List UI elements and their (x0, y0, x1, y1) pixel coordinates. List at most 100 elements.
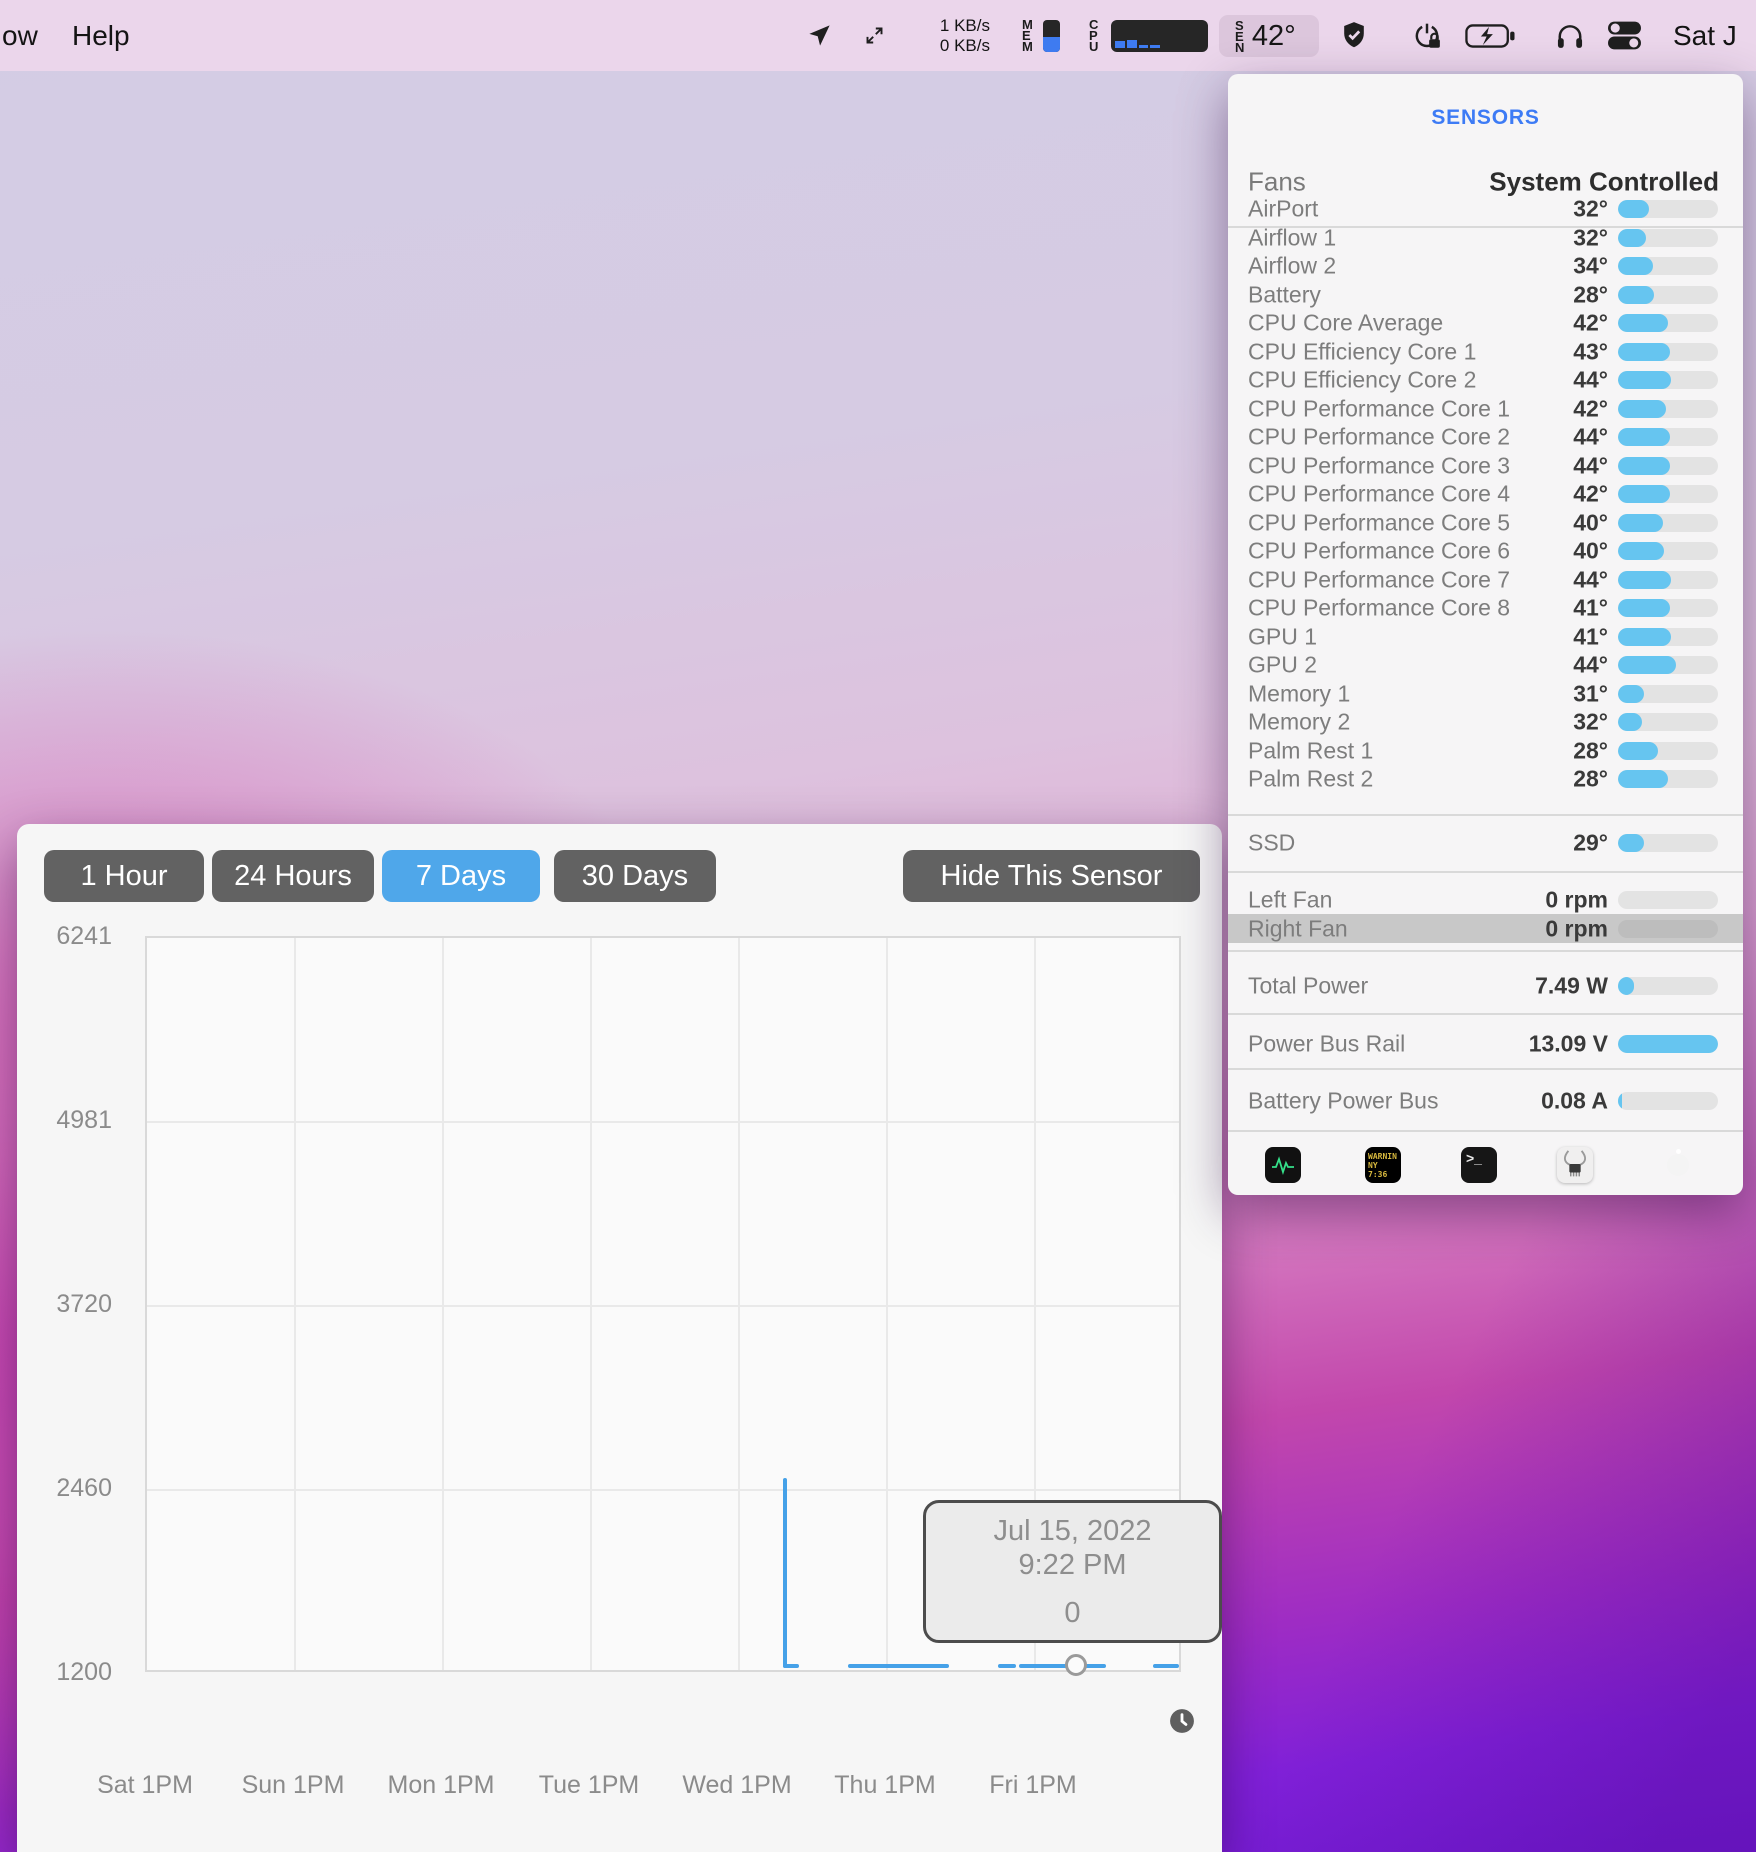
sensor-row[interactable]: CPU Performance Core 8 41° (1228, 594, 1743, 623)
sensor-row[interactable]: Battery 28° (1228, 281, 1743, 310)
desktop: ow Help 1 KB/s 0 KB/s MEM CPU SEN 42° Sa… (0, 0, 1756, 1852)
sensor-value: 28° (1573, 281, 1608, 308)
memory-menu-item[interactable]: MEM (1022, 0, 1033, 71)
sensor-row[interactable]: GPU 1 41° (1228, 623, 1743, 652)
sensor-value: 32° (1573, 708, 1608, 735)
network-speed-indicator[interactable]: 1 KB/s 0 KB/s (900, 0, 990, 71)
sensor-bar (1618, 919, 1718, 938)
range-button-7-days[interactable]: 7 Days (382, 850, 540, 902)
sensor-bar-fill (1618, 228, 1646, 247)
chart-line-segment (1153, 1664, 1179, 1668)
x-axis-tick: Sat 1PM (97, 1771, 193, 1799)
sensor-row[interactable]: Right Fan 0 rpm (1228, 914, 1743, 943)
battery-charging-icon[interactable] (1465, 0, 1515, 71)
sensor-label: AirPort (1248, 195, 1319, 222)
history-clock-icon[interactable] (1169, 1708, 1195, 1734)
sensor-bar (1618, 977, 1718, 995)
sensor-bar-fill (1618, 542, 1664, 561)
panel-divider (1228, 1130, 1743, 1132)
sensor-label: CPU Performance Core 6 (1248, 537, 1511, 564)
sen-temperature: 42° (1251, 19, 1296, 52)
sensor-label: Power Bus Rail (1248, 1030, 1406, 1057)
lcd-warning-app-icon[interactable]: WARNIN NY 7:36 (1365, 1147, 1401, 1183)
shield-check-icon[interactable] (1340, 0, 1368, 71)
sensor-row[interactable]: Battery Power Bus 0.08 A (1228, 1087, 1743, 1115)
lcd-line-2: NY 7:36 (1368, 1161, 1388, 1179)
sensor-value: 40° (1573, 509, 1608, 536)
sensor-row[interactable]: CPU Efficiency Core 2 44° (1228, 366, 1743, 395)
terminal-glyph: >_ (1466, 1150, 1482, 1166)
x-axis-tick: Sun 1PM (241, 1771, 345, 1799)
sensor-row[interactable]: CPU Performance Core 1 42° (1228, 395, 1743, 424)
menu-item-window-partial[interactable]: ow (2, 20, 38, 52)
sensor-value: 41° (1573, 623, 1608, 650)
panel-title: SENSORS (1431, 106, 1540, 129)
sensor-row[interactable]: Palm Rest 2 28° (1228, 765, 1743, 794)
sensor-bar (1618, 285, 1718, 304)
sensor-bar (1618, 428, 1718, 447)
activity-graph-app-icon[interactable] (1265, 1147, 1301, 1183)
sensor-bar (1618, 834, 1718, 852)
sensor-row[interactable]: Airflow 2 34° (1228, 252, 1743, 281)
sensor-row[interactable]: CPU Performance Core 2 44° (1228, 423, 1743, 452)
sensor-label: Battery Power Bus (1248, 1087, 1439, 1114)
sensor-label: CPU Performance Core 1 (1248, 395, 1511, 422)
sensor-label: GPU 2 (1248, 651, 1318, 678)
sensor-bar-fill (1618, 342, 1670, 361)
control-center-icon[interactable] (1607, 0, 1642, 71)
sensor-bar-fill (1618, 200, 1649, 219)
screen-lock-icon[interactable] (1412, 0, 1442, 71)
sensor-row[interactable]: Left Fan 0 rpm (1228, 886, 1743, 914)
sensor-row[interactable]: CPU Performance Core 4 42° (1228, 480, 1743, 509)
sensor-value: 32° (1573, 224, 1608, 251)
display-expand-icon[interactable] (864, 0, 885, 71)
sensor-value: 44° (1573, 651, 1608, 678)
headphones-icon[interactable] (1556, 0, 1584, 71)
terminal-app-icon[interactable]: >_ (1461, 1147, 1497, 1183)
tooltip-value: 0 (1064, 1597, 1081, 1629)
cpu-menu-item[interactable]: CPU (1089, 0, 1099, 71)
sensor-row[interactable]: AirPort 32° (1228, 195, 1743, 224)
sensor-bar (1618, 342, 1718, 361)
sensor-row[interactable]: Power Bus Rail 13.09 V (1228, 1030, 1743, 1058)
sensor-label: CPU Performance Core 2 (1248, 423, 1511, 450)
sensor-value: 44° (1573, 423, 1608, 450)
sensor-value: 41° (1573, 594, 1608, 621)
gridline-horizontal (147, 1305, 1179, 1307)
cpu-graph-icon[interactable] (1111, 0, 1208, 71)
sensor-bar-fill (1618, 684, 1644, 703)
sensor-bar-fill (1618, 1092, 1622, 1110)
sensor-bar (1618, 371, 1718, 390)
panel-divider (1228, 814, 1743, 816)
sensor-row[interactable]: Memory 2 32° (1228, 708, 1743, 737)
sensor-value: 42° (1573, 309, 1608, 336)
chip-grabber-app-icon[interactable] (1557, 1147, 1593, 1183)
sensor-row[interactable]: CPU Efficiency Core 1 43° (1228, 338, 1743, 367)
range-button-1-hour[interactable]: 1 Hour (44, 850, 204, 902)
sensor-row[interactable]: Total Power 7.49 W (1228, 972, 1743, 1000)
sensor-bar-fill (1618, 599, 1670, 618)
tooltip-date: Jul 15, 2022 (993, 1515, 1152, 1547)
sensor-row[interactable]: SSD 29° (1228, 827, 1743, 859)
sensor-label: Airflow 1 (1248, 224, 1337, 251)
memory-gauge-icon[interactable] (1043, 0, 1060, 71)
sensor-row[interactable]: GPU 2 44° (1228, 651, 1743, 680)
sensors-menu-badge[interactable]: SEN 42° (1219, 15, 1319, 57)
sensor-row[interactable]: CPU Performance Core 6 40° (1228, 537, 1743, 566)
sensor-row[interactable]: CPU Performance Core 3 44° (1228, 452, 1743, 481)
range-button-30-days[interactable]: 30 Days (554, 850, 716, 902)
app-icon-row: WARNIN NY 7:36 >_ (1228, 1147, 1743, 1183)
sensor-row[interactable]: CPU Performance Core 7 44° (1228, 566, 1743, 595)
menu-item-help[interactable]: Help (72, 20, 130, 52)
sensor-row[interactable]: CPU Core Average 42° (1228, 309, 1743, 338)
hide-this-sensor-button[interactable]: Hide This Sensor (903, 850, 1200, 902)
sensor-bar (1618, 314, 1718, 333)
fans-mode-value: System Controlled (1489, 166, 1719, 197)
location-arrow-icon[interactable] (806, 0, 833, 71)
range-button-24-hours[interactable]: 24 Hours (212, 850, 374, 902)
menu-clock[interactable]: Sat J (1673, 20, 1737, 52)
sensor-row[interactable]: Palm Rest 1 28° (1228, 737, 1743, 766)
sensor-row[interactable]: CPU Performance Core 5 40° (1228, 509, 1743, 538)
sensor-value: 43° (1573, 338, 1608, 365)
sensor-row[interactable]: Memory 1 31° (1228, 680, 1743, 709)
